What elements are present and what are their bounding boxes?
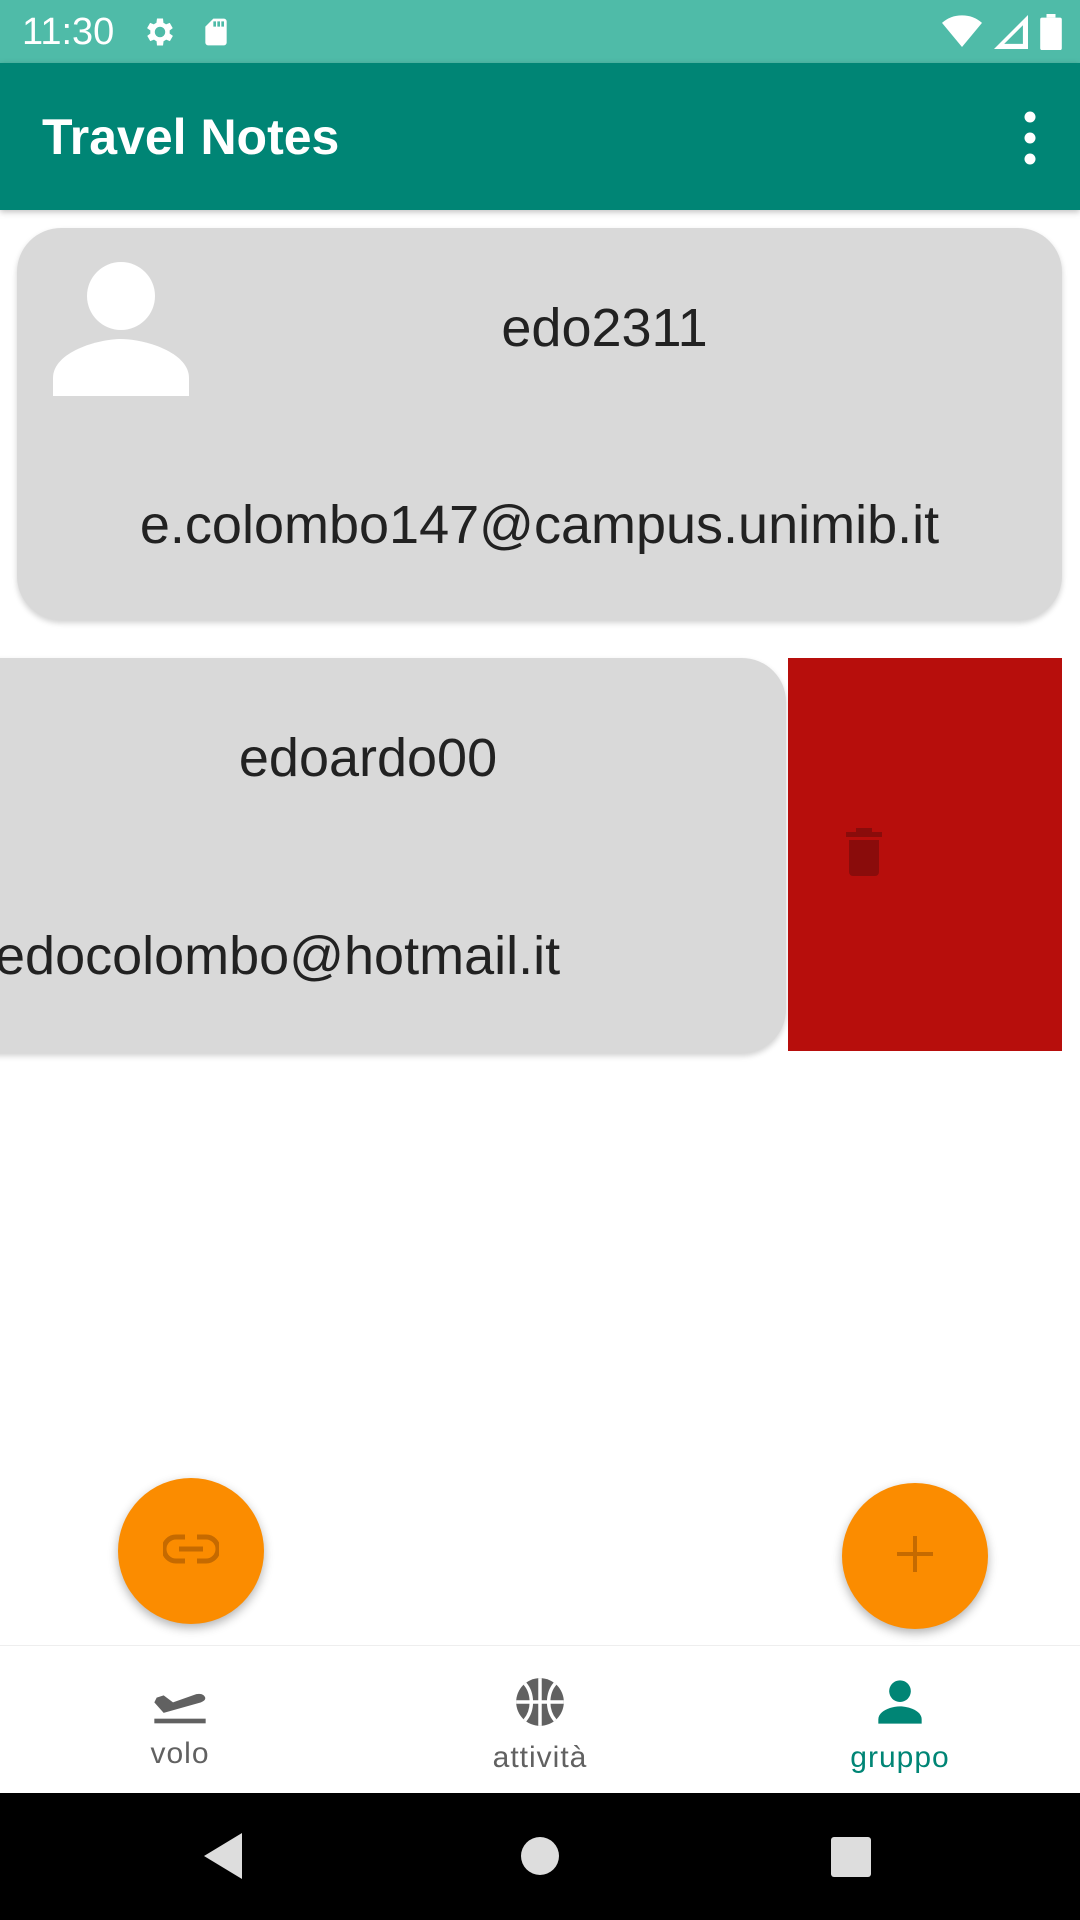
app-bar: Travel Notes xyxy=(0,63,1080,210)
member-card[interactable]: edoardo00 edocolombo@hotmail.it xyxy=(0,658,786,1053)
delete-swipe-action[interactable] xyxy=(788,658,1062,1051)
person-icon xyxy=(874,1676,926,1733)
nav-item-volo[interactable]: volo xyxy=(0,1646,360,1794)
system-navigation-bar xyxy=(0,1793,1080,1920)
status-time: 11:30 xyxy=(22,11,115,53)
link-icon xyxy=(161,1534,221,1569)
home-icon[interactable] xyxy=(520,1836,560,1881)
trash-icon[interactable] xyxy=(844,828,884,881)
more-vert-icon[interactable] xyxy=(1010,103,1050,173)
member-email: e.colombo147@campus.unimib.it xyxy=(139,495,940,555)
screen: 11:30 Travel Notes edo2311 e.colombo147@… xyxy=(0,0,1080,1920)
member-username: edoardo00 xyxy=(238,728,498,788)
settings-icon xyxy=(142,14,178,55)
nav-label: attività xyxy=(492,1741,588,1774)
nav-label: gruppo xyxy=(850,1741,950,1774)
basketball-icon xyxy=(514,1676,566,1733)
flight-takeoff-icon xyxy=(152,1676,208,1729)
status-bar: 11:30 xyxy=(0,0,1080,63)
wifi-icon xyxy=(942,15,982,54)
battery-icon xyxy=(1040,14,1062,55)
nav-label: volo xyxy=(150,1737,210,1770)
back-icon[interactable] xyxy=(204,1833,244,1884)
bottom-navigation: volo attività gruppo xyxy=(0,1645,1080,1794)
recents-icon[interactable] xyxy=(831,1837,871,1882)
sd-card-icon xyxy=(200,14,232,55)
member-card[interactable]: edo2311 e.colombo147@campus.unimib.it xyxy=(17,228,1062,620)
plus-icon xyxy=(895,1534,935,1579)
member-email: edocolombo@hotmail.it xyxy=(0,926,561,986)
nav-item-gruppo[interactable]: gruppo xyxy=(720,1646,1080,1794)
add-member-button[interactable] xyxy=(842,1483,988,1629)
app-title: Travel Notes xyxy=(42,109,340,165)
member-username: edo2311 xyxy=(501,298,708,358)
signal-icon xyxy=(994,15,1028,54)
nav-item-attivita[interactable]: attività xyxy=(360,1646,720,1794)
share-link-button[interactable] xyxy=(118,1478,264,1624)
